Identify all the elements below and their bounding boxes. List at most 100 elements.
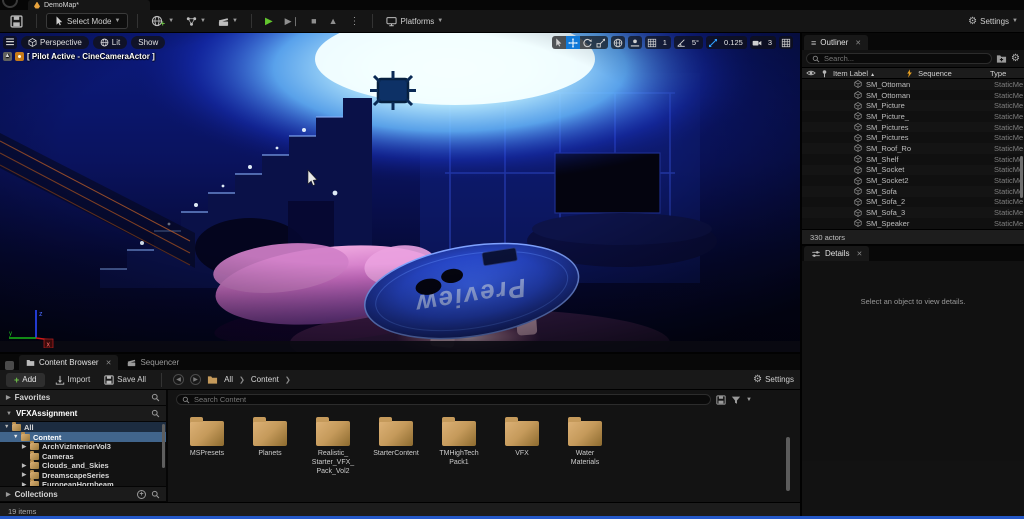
blueprints-button[interactable]: ▼: [182, 14, 210, 29]
camera-speed-value[interactable]: 3: [764, 36, 776, 49]
search-icon[interactable]: [151, 393, 160, 402]
outliner-row[interactable]: SM_Socket2 StaticMe: [802, 175, 1024, 186]
world-local-toggle[interactable]: [611, 36, 625, 49]
viewport-options-menu[interactable]: ≡: [3, 36, 17, 49]
rotate-tool-button[interactable]: [580, 36, 594, 49]
outliner-search-input[interactable]: [806, 53, 992, 64]
platforms-dropdown[interactable]: Platforms▼: [382, 14, 447, 29]
close-icon[interactable]: ✕: [855, 39, 861, 47]
sequence-column-icon[interactable]: [905, 69, 914, 78]
collections-section[interactable]: ▶ Collections +: [0, 486, 166, 502]
filter-icon[interactable]: [731, 395, 741, 405]
content-folder[interactable]: TMHighTech Pack1: [434, 415, 484, 476]
tab-outliner[interactable]: ≡ Outliner ✕: [804, 35, 868, 50]
content-search-field[interactable]: [194, 395, 705, 405]
editor-settings-dropdown[interactable]: ⚙Settings▼: [968, 16, 1018, 27]
column-sequence[interactable]: Sequence: [918, 69, 952, 78]
content-folder[interactable]: VFX: [497, 415, 547, 476]
outliner-row[interactable]: SM_Shelf StaticMe: [802, 154, 1024, 165]
scale-snap-toggle[interactable]: [706, 36, 720, 49]
tree-scrollbar[interactable]: [162, 424, 165, 468]
save-all-button[interactable]: Save All: [100, 373, 150, 387]
tab-details[interactable]: Details ✕: [804, 246, 869, 261]
level-tab[interactable]: DemoMap*: [28, 0, 150, 10]
outliner-row[interactable]: SM_Socket StaticMe: [802, 165, 1024, 176]
show-dropdown[interactable]: Show: [131, 36, 165, 49]
visibility-column-icon[interactable]: [806, 68, 816, 78]
add-button[interactable]: +Add: [6, 373, 45, 387]
close-icon[interactable]: ✕: [106, 359, 112, 367]
window-menu-icon[interactable]: [2, 0, 18, 8]
eject-button[interactable]: ▲: [325, 14, 342, 28]
select-mode-dropdown[interactable]: Select Mode▼: [46, 13, 128, 29]
surface-snapping-button[interactable]: [628, 36, 642, 49]
content-folder[interactable]: MSPresets: [182, 415, 232, 476]
create-folder-icon[interactable]: [996, 53, 1007, 64]
outliner-row[interactable]: SM_Pictures StaticMe: [802, 122, 1024, 133]
close-icon[interactable]: ✕: [856, 250, 862, 258]
tab-sequencer[interactable]: Sequencer: [120, 355, 186, 370]
tree-item[interactable]: Cameras: [0, 452, 166, 462]
search-icon[interactable]: [151, 409, 160, 418]
outliner-scrollbar[interactable]: [1020, 156, 1023, 198]
vfxassignment-section[interactable]: ▼ VFXAssignment: [0, 406, 166, 422]
outliner-row[interactable]: SM_Sofa_2 StaticMe: [802, 197, 1024, 208]
tree-item[interactable]: ▶ EuropeanHornbeam: [0, 480, 166, 486]
content-folder[interactable]: Planets: [245, 415, 295, 476]
outliner-row[interactable]: SM_Picture_ StaticMe: [802, 111, 1024, 122]
drawer-icon[interactable]: [5, 361, 14, 370]
outliner-search-field[interactable]: [824, 54, 986, 64]
content-search-input[interactable]: [176, 394, 711, 405]
breadcrumb-content[interactable]: Content: [251, 375, 279, 384]
perspective-dropdown[interactable]: Perspective: [21, 36, 89, 49]
tree-item[interactable]: ▶ Clouds_and_Skies: [0, 461, 166, 471]
grid-snap-value[interactable]: 1: [659, 36, 671, 49]
select-tool-button[interactable]: [552, 36, 566, 49]
tree-item-content[interactable]: ▼ Content: [0, 432, 166, 442]
rotation-snap-value[interactable]: 5°: [688, 36, 703, 49]
grid-snap-toggle[interactable]: [645, 36, 659, 49]
content-folder[interactable]: StarterContent: [371, 415, 421, 476]
outliner-settings-icon[interactable]: ⚙: [1011, 53, 1020, 64]
outliner-row[interactable]: SM_Speaker StaticMe: [802, 218, 1024, 229]
tab-content-browser[interactable]: Content Browser ✕: [19, 355, 118, 370]
tree-item[interactable]: ▶ DreamscapeSeries: [0, 471, 166, 481]
camera-speed-button[interactable]: [750, 36, 764, 49]
rotation-snap-toggle[interactable]: [674, 36, 688, 49]
view-mode-dropdown[interactable]: Lit: [93, 36, 127, 49]
forward-button[interactable]: ▶: [190, 374, 201, 385]
play-button[interactable]: ▶: [261, 14, 277, 29]
outliner-row[interactable]: SM_Picture StaticMe: [802, 100, 1024, 111]
scale-snap-value[interactable]: 0.125: [720, 36, 747, 49]
outliner-row[interactable]: SM_Ottoman StaticMe: [802, 90, 1024, 101]
import-button[interactable]: Import: [51, 373, 95, 387]
stop-piloting-icon[interactable]: ▲: [3, 52, 12, 61]
content-folder[interactable]: Water Materials: [560, 415, 610, 476]
save-search-icon[interactable]: [716, 395, 726, 405]
outliner-row[interactable]: SM_Pictures StaticMe: [802, 132, 1024, 143]
frame-skip-button[interactable]: ▶❘: [281, 14, 303, 29]
add-actor-button[interactable]: +▼: [147, 12, 178, 30]
outliner-row[interactable]: SM_Sofa_3 StaticMe: [802, 207, 1024, 218]
breadcrumb-all[interactable]: All: [224, 375, 233, 384]
outliner-row[interactable]: SM_Roof_Ro StaticMe: [802, 143, 1024, 154]
pin-column-icon[interactable]: [820, 69, 829, 78]
tree-item-all[interactable]: ▼ All: [0, 422, 166, 432]
tree-item[interactable]: ▶ ArchVizInteriorVol3: [0, 442, 166, 452]
move-tool-button[interactable]: [566, 36, 580, 49]
level-viewport[interactable]: Preview ≡ Perspective Lit Show: [0, 33, 800, 352]
search-icon[interactable]: [151, 490, 160, 499]
content-folder[interactable]: Realistic_ Starter_VFX_ Pack_Vol2: [308, 415, 358, 476]
favorites-section[interactable]: ▶ Favorites: [0, 390, 166, 406]
outliner-row[interactable]: SM_Sofa StaticMe: [802, 186, 1024, 197]
add-collection-icon[interactable]: +: [137, 490, 146, 499]
scale-tool-button[interactable]: [594, 36, 608, 49]
maximize-viewport-button[interactable]: [779, 36, 793, 49]
content-settings-button[interactable]: ⚙Settings: [753, 374, 794, 385]
back-button[interactable]: ◀: [173, 374, 184, 385]
asset-view-scrollbar[interactable]: [786, 437, 790, 491]
column-type[interactable]: Type: [990, 69, 1020, 78]
save-level-button[interactable]: [6, 13, 27, 30]
outliner-row[interactable]: SM_Ottoman StaticMe: [802, 79, 1024, 90]
play-options-kebab[interactable]: ⋮: [345, 14, 363, 29]
